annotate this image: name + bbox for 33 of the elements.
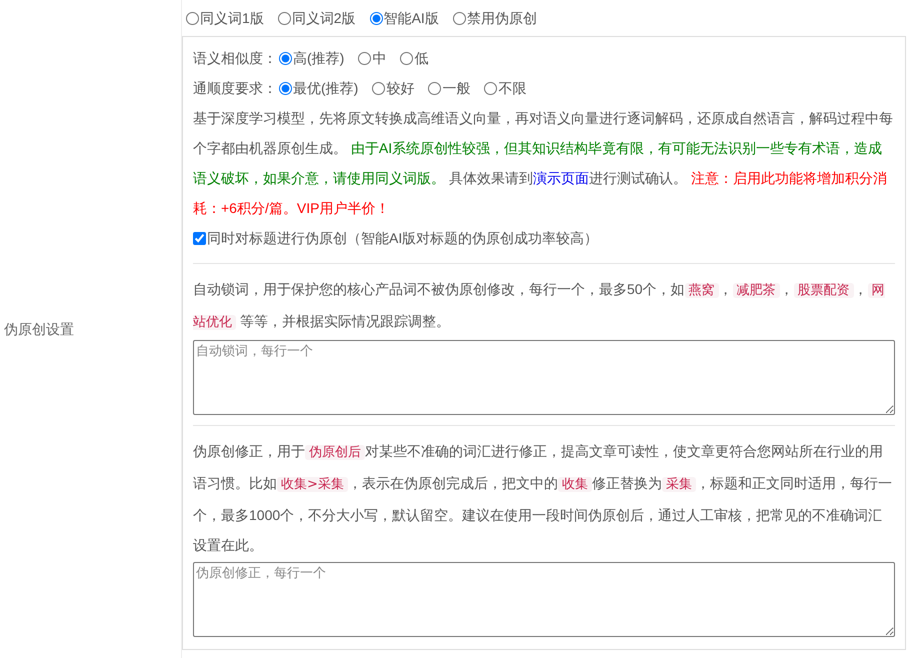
lock-words-description: 自动锁词，用于保护您的核心产品词不被伪原创修改，每行一个，最多50个，如 燕窝 ， 减肥茶 ， 股票配资 ， 网站优化 等等，并根据实际情况跟踪调整。 — [193, 280, 886, 332]
radio-option[interactable]: 较好 — [386, 78, 414, 98]
radio-button[interactable] — [372, 82, 386, 94]
radio-button[interactable] — [484, 82, 498, 94]
checkbox-label[interactable]: 同时对标题进行伪原创（智能AI版对标题的伪原创成功率较高） — [207, 228, 598, 248]
radio-button[interactable] — [452, 12, 466, 24]
radio-button[interactable] — [400, 52, 414, 64]
mode-radio-option[interactable]: 同义词2版 — [292, 8, 356, 28]
demo-page-link[interactable]: 演示页面 — [532, 170, 589, 186]
radio-button[interactable] — [428, 82, 442, 94]
radio-option[interactable]: 低 — [414, 48, 428, 68]
radio-button[interactable] — [278, 12, 291, 24]
checkbox[interactable] — [193, 232, 206, 244]
lock-words-textarea[interactable]: 自动锁词，每行一个 — [193, 340, 895, 415]
radio-option[interactable]: 一般 — [442, 78, 470, 98]
option-label: 通顺度要求： — [193, 78, 277, 98]
corrections-textarea[interactable]: 伪原创修正，每行一个 — [193, 562, 895, 637]
mode-radio-option[interactable]: 智能AI版 — [384, 8, 439, 28]
radio-button[interactable] — [358, 52, 372, 64]
mode-radio-option[interactable]: 同义词1版 — [200, 8, 264, 28]
radio-button[interactable] — [279, 52, 292, 64]
radio-option[interactable]: 不限 — [498, 78, 526, 98]
radio-button[interactable] — [186, 12, 199, 24]
description-text: 基于深度学习模型，先将原文转换成高维语义向量，再对语义向量进行逐词解码，还原成自然语言，解码过程中每个字都由机器原创生成。 由于AI系统原创性较强，但其知识结构毕竟有限，有可能无法识别一些专有术语，造成语义破坏，如果介意，请使用同义词版。 具体效果请到演示页面进行测试确认。 注意：启用此功能将增加积分消耗：+6积分/篇。VIP用户半价！ — [193, 109, 894, 218]
section-label: 伪原创设置 — [4, 320, 74, 338]
corrections-description: 伪原创修正，用于 伪原创后 对某些不准确的词汇进行修正，提高文章可读性，使文章更符合您网站所在行业的用语习惯。比如 收集>采集 ，表示在伪原创完成后，把文中的 收集 修正替换为 采集 ，标题和正文同时适用，每行一个，最多1000个，不分大小写，默认留空。建议在使用一段时间伪原创后，通过人工审核，把常见的不准确词汇设置在此。 — [193, 442, 893, 555]
radio-button[interactable] — [370, 12, 383, 24]
option-label: 语义相似度： — [193, 48, 277, 68]
radio-option[interactable]: 最优(推荐) — [293, 78, 358, 98]
radio-option[interactable]: 高(推荐) — [293, 48, 344, 68]
radio-option[interactable]: 中 — [372, 48, 386, 68]
mode-radio-option[interactable]: 禁用伪原创 — [466, 8, 537, 28]
radio-button[interactable] — [279, 82, 292, 94]
